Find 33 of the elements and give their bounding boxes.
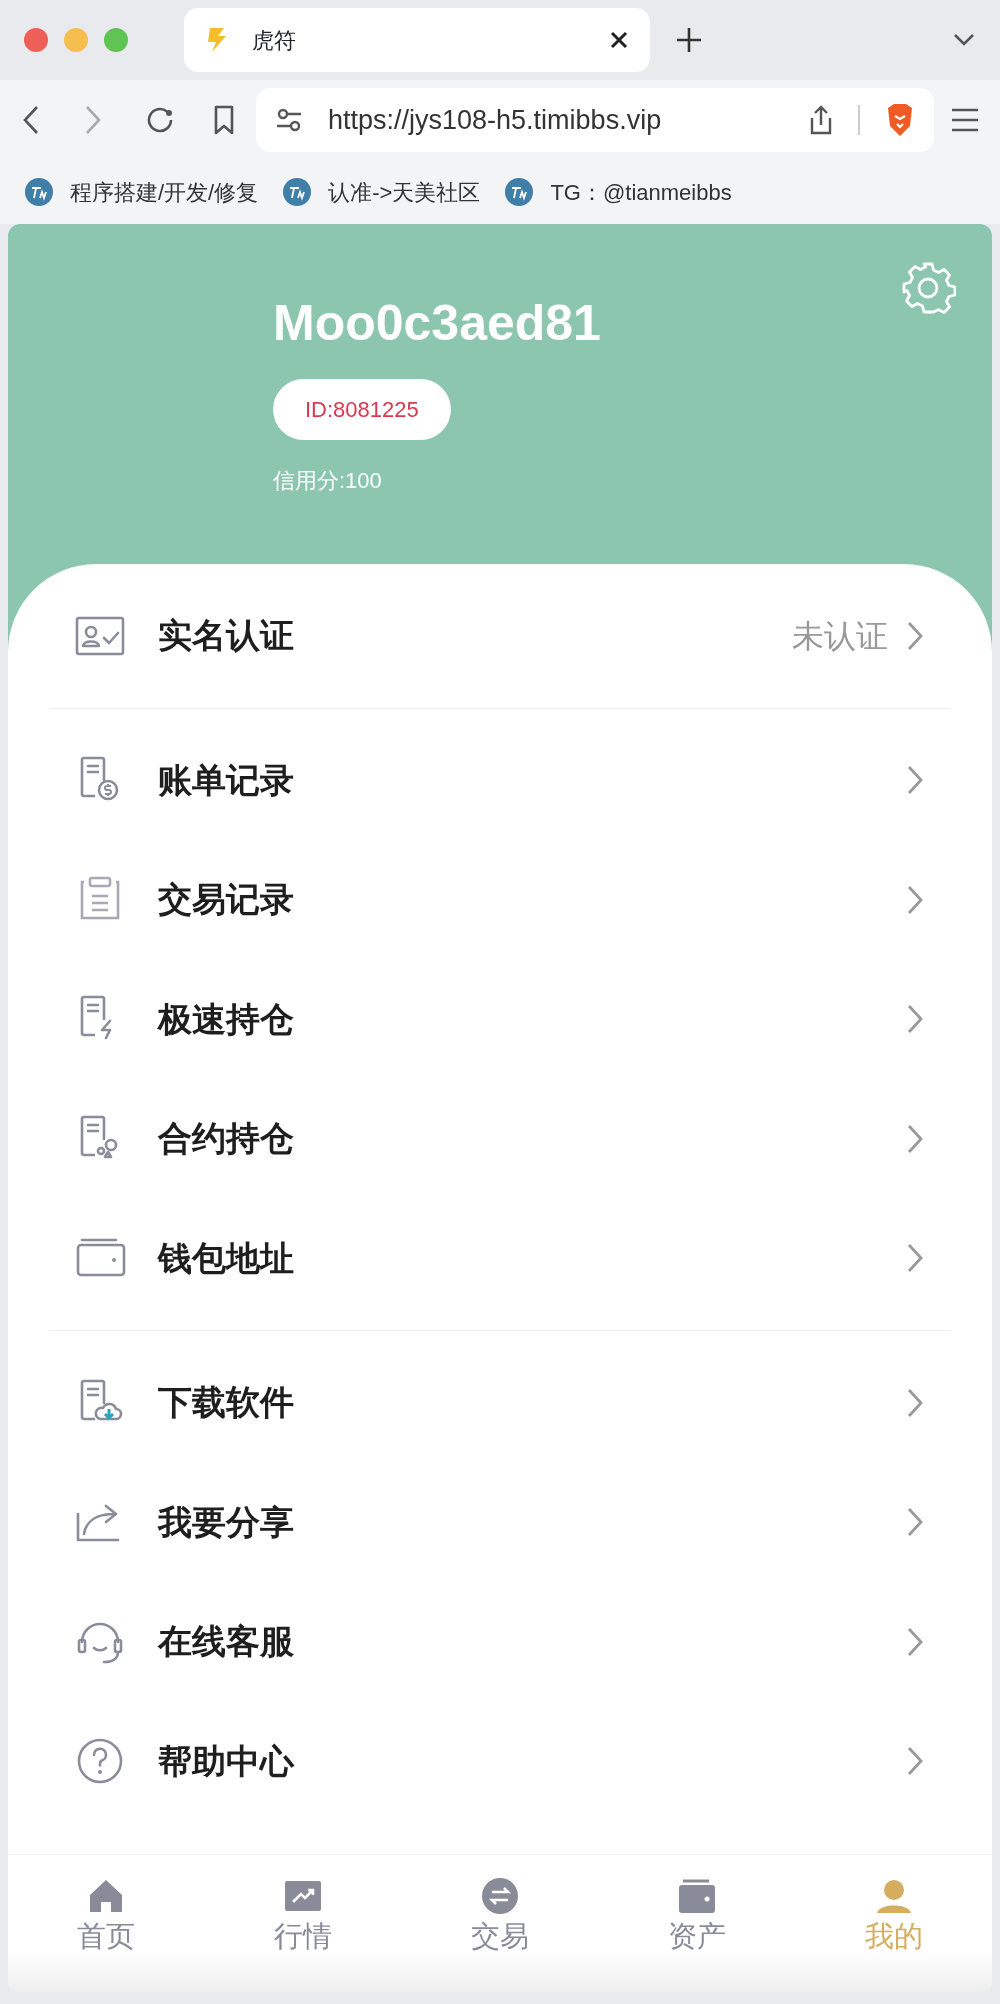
bookmark-link[interactable]: 程序搭建/开发/修复: [24, 175, 259, 209]
bookmark-icon[interactable]: [212, 104, 236, 136]
username: Moo0c3aed81: [273, 294, 601, 351]
verification-status: 未认证: [792, 616, 888, 656]
dropdown-icon[interactable]: [952, 32, 976, 48]
bookmark-link[interactable]: 认准->天美社区: [282, 175, 481, 209]
bookmark-link[interactable]: TG：@tianmeibbs: [504, 175, 732, 209]
browser-tab[interactable]: 虎符: [184, 8, 650, 72]
close-window-button[interactable]: [24, 28, 48, 52]
menu-item[interactable]: 合约持仓: [50, 1079, 950, 1199]
menu-item[interactable]: 下载软件: [50, 1343, 950, 1463]
menu-item[interactable]: 我要分享: [50, 1462, 950, 1582]
exchange-icon: [480, 1877, 520, 1915]
menu-item[interactable]: 在线客服: [50, 1582, 950, 1702]
new-tab-icon[interactable]: [674, 25, 704, 55]
menu-item[interactable]: 交易记录: [50, 840, 950, 960]
bookmark-favicon-icon: [282, 177, 313, 207]
menu-item[interactable]: 钱包地址: [50, 1198, 950, 1318]
credit-score: 信用分:100: [273, 467, 382, 495]
tab-title: 虎符: [252, 26, 297, 55]
menu-item[interactable]: 极速持仓: [50, 959, 950, 1079]
bookmark-favicon-icon: [504, 177, 535, 207]
menu-icon[interactable]: [950, 107, 980, 133]
share-icon[interactable]: [808, 104, 834, 136]
close-icon[interactable]: [608, 29, 630, 51]
user-id-pill: ID:8081225: [273, 379, 451, 440]
menu-item[interactable]: 账单记录: [50, 720, 950, 840]
bookmark-favicon-icon: [24, 177, 54, 207]
menu-item[interactable]: 实名认证 未认证: [50, 576, 950, 696]
wallet-icon: [676, 1877, 717, 1915]
address-bar[interactable]: https://jys108-h5.timibbs.vip: [256, 88, 934, 152]
url-text: https://jys108-h5.timibbs.vip: [328, 103, 663, 137]
menu-item[interactable]: 帮助中心: [50, 1701, 950, 1821]
